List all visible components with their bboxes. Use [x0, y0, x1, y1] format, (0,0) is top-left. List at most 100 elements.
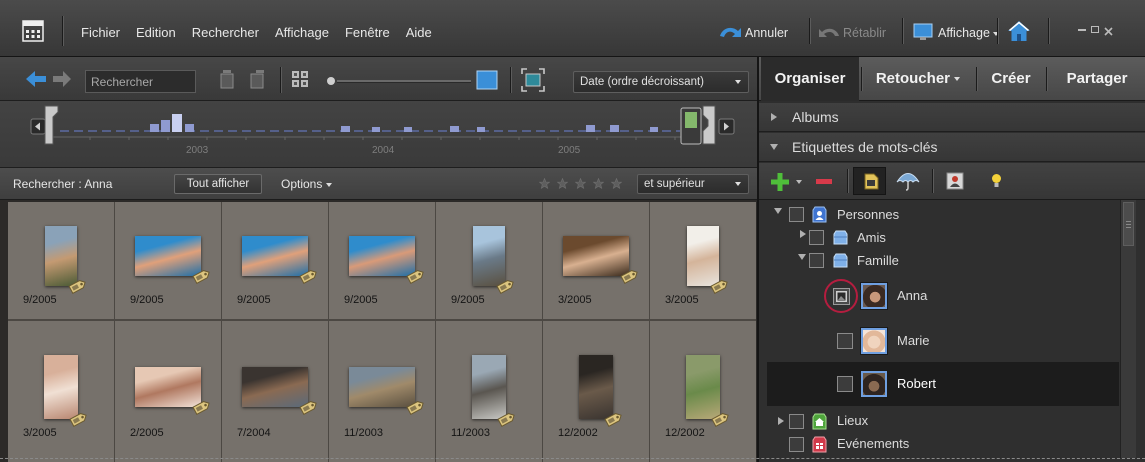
- photo-cell[interactable]: 9/2005: [329, 202, 435, 319]
- photo-thumbnail[interactable]: [349, 236, 424, 284]
- photo-thumbnail[interactable]: [579, 355, 622, 427]
- rating-stars[interactable]: [539, 178, 622, 189]
- chevron-down-icon[interactable]: [798, 254, 806, 260]
- photo-cell[interactable]: 11/2003: [329, 321, 435, 462]
- checkbox-anna[interactable]: [833, 288, 850, 305]
- grid-view-icon[interactable]: [292, 71, 308, 90]
- checkbox-robert[interactable]: [837, 376, 853, 392]
- photo-cell[interactable]: 12/2002: [543, 321, 649, 462]
- monitor-icon[interactable]: [913, 23, 933, 44]
- umbrella-icon[interactable]: [896, 171, 920, 194]
- chevron-right-icon[interactable]: [800, 230, 806, 238]
- photo-thumbnail[interactable]: [135, 236, 210, 284]
- tree-item-family[interactable]: Famille: [857, 253, 899, 268]
- photo-thumbnail[interactable]: [349, 367, 424, 415]
- photo-cell[interactable]: 3/2005: [8, 321, 114, 462]
- menu-edit[interactable]: Edition: [136, 25, 176, 40]
- photo-thumbnail[interactable]: [472, 355, 515, 427]
- chevron-right-icon[interactable]: [778, 417, 784, 425]
- display-menu[interactable]: Affichage: [938, 26, 1000, 40]
- chevron-down-icon[interactable]: [796, 180, 802, 184]
- photo-cell[interactable]: 11/2003: [436, 321, 542, 462]
- tab-organise[interactable]: Organiser: [761, 57, 859, 101]
- timeline[interactable]: 2003 2004 2005: [0, 101, 757, 168]
- photo-thumbnail[interactable]: [242, 367, 317, 415]
- single-photo-icon[interactable]: [476, 70, 498, 93]
- undo-button[interactable]: Annuler: [745, 26, 788, 40]
- menu-file[interactable]: Fichier: [81, 25, 120, 40]
- checkbox-places[interactable]: [789, 414, 804, 429]
- photo-thumbnail[interactable]: [473, 226, 514, 294]
- maximize-icon[interactable]: [1091, 26, 1099, 33]
- back-arrow-icon[interactable]: [25, 70, 47, 91]
- photo-thumbnail[interactable]: [687, 226, 728, 294]
- search-input[interactable]: [85, 70, 196, 93]
- lightbulb-icon[interactable]: [991, 173, 1002, 192]
- tree-item-marie[interactable]: Marie: [897, 333, 930, 348]
- zoom-slider-track[interactable]: [337, 80, 471, 82]
- undo-icon[interactable]: [717, 23, 743, 44]
- add-keyword-icon[interactable]: [771, 173, 789, 194]
- photo-thumbnail[interactable]: [686, 355, 729, 427]
- star-icon[interactable]: [539, 178, 550, 189]
- checkbox-persons[interactable]: [789, 207, 804, 222]
- star-icon[interactable]: [593, 178, 604, 189]
- albums-section-header[interactable]: Albums: [759, 103, 1145, 132]
- tree-item-events[interactable]: Evénements: [837, 436, 909, 451]
- zoom-slider-knob[interactable]: [327, 77, 335, 85]
- star-icon[interactable]: [611, 178, 622, 189]
- person-card-icon[interactable]: [946, 172, 964, 193]
- tree-item-robert[interactable]: Robert: [897, 376, 936, 391]
- rotate-right-icon[interactable]: [248, 69, 266, 92]
- scrollbar-thumb[interactable]: [1123, 202, 1134, 246]
- checkbox-marie[interactable]: [837, 333, 853, 349]
- star-icon[interactable]: [557, 178, 568, 189]
- timeline-end-handle[interactable]: [680, 105, 716, 145]
- tree-item-persons[interactable]: Personnes: [837, 207, 899, 222]
- photo-cell[interactable]: 9/2005: [8, 202, 114, 319]
- tab-retouch[interactable]: Retoucher: [864, 57, 972, 101]
- tab-create[interactable]: Créer: [980, 57, 1042, 101]
- close-icon[interactable]: [1104, 25, 1113, 39]
- photo-cell[interactable]: 9/2005: [436, 202, 542, 319]
- checkbox-events[interactable]: [789, 437, 804, 452]
- star-icon[interactable]: [575, 178, 586, 189]
- forward-arrow-icon[interactable]: [52, 70, 72, 91]
- rating-filter-dropdown[interactable]: et supérieur: [637, 174, 749, 194]
- photo-thumbnail[interactable]: [135, 367, 210, 415]
- photo-cell[interactable]: 9/2005: [222, 202, 328, 319]
- minimize-icon[interactable]: [1078, 29, 1086, 31]
- photo-thumbnail[interactable]: [242, 236, 317, 284]
- home-icon[interactable]: [1007, 20, 1031, 45]
- options-menu[interactable]: Options: [281, 177, 332, 191]
- remove-keyword-icon[interactable]: [816, 179, 832, 184]
- tree-item-places[interactable]: Lieux: [837, 413, 868, 428]
- photo-cell[interactable]: 9/2005: [115, 202, 221, 319]
- photo-cell[interactable]: 3/2005: [650, 202, 756, 319]
- tag-view-toggle[interactable]: [853, 167, 886, 195]
- chevron-down-icon[interactable]: [774, 208, 782, 214]
- checkbox-friends[interactable]: [809, 230, 824, 245]
- photo-cell[interactable]: 2/2005: [115, 321, 221, 462]
- keywords-section-header[interactable]: Etiquettes de mots-clés: [759, 133, 1145, 162]
- tree-item-friends[interactable]: Amis: [857, 230, 886, 245]
- photo-cell[interactable]: 3/2005: [543, 202, 649, 319]
- app-icon[interactable]: [22, 20, 44, 45]
- menu-help[interactable]: Aide: [406, 25, 432, 40]
- photo-thumbnail[interactable]: [44, 355, 87, 427]
- menu-find[interactable]: Rechercher: [192, 25, 259, 40]
- redo-icon[interactable]: [818, 24, 842, 43]
- tab-share[interactable]: Partager: [1049, 57, 1145, 101]
- redo-button[interactable]: Rétablir: [843, 26, 886, 40]
- timeline-left-arrow[interactable]: [30, 118, 46, 135]
- timeline-right-arrow[interactable]: [718, 118, 735, 135]
- rotate-left-icon[interactable]: [218, 69, 236, 92]
- photo-thumbnail[interactable]: [45, 226, 86, 294]
- tree-scrollbar[interactable]: [1120, 200, 1136, 458]
- checkbox-family[interactable]: [809, 253, 824, 268]
- timeline-start-handle[interactable]: [44, 105, 59, 145]
- sort-order-dropdown[interactable]: Date (ordre décroissant): [573, 71, 749, 93]
- menu-window[interactable]: Fenêtre: [345, 25, 390, 40]
- menu-view[interactable]: Affichage: [275, 25, 329, 40]
- photo-cell[interactable]: 7/2004: [222, 321, 328, 462]
